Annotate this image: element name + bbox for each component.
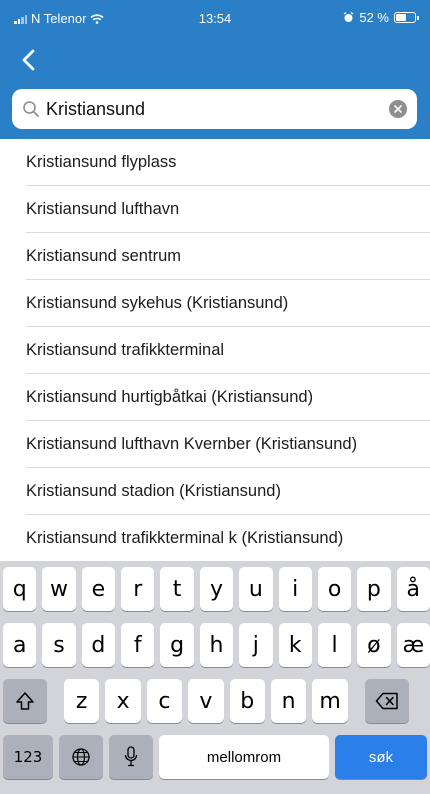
search-bar[interactable] — [12, 89, 417, 129]
status-right: 52 % — [343, 10, 419, 25]
key-a[interactable]: a — [3, 623, 37, 667]
key-h[interactable]: h — [199, 623, 234, 667]
result-item[interactable]: Kristiansund lufthavn — [0, 186, 430, 233]
key-t[interactable]: t — [160, 567, 194, 611]
key-c[interactable]: c — [146, 679, 183, 723]
alarm-icon — [343, 12, 354, 22]
result-item[interactable]: Kristiansund flyplass — [0, 139, 430, 186]
key-oslash[interactable]: ø — [357, 623, 391, 667]
battery-icon — [394, 12, 419, 23]
clear-search-button[interactable] — [389, 100, 407, 118]
key-q[interactable]: q — [3, 567, 37, 611]
key-g[interactable]: g — [160, 623, 194, 667]
wifi-icon — [90, 13, 104, 24]
key-x[interactable]: x — [105, 679, 141, 723]
search-results-list: Kristiansund flyplass Kristiansund lufth… — [0, 139, 430, 561]
carrier-label: N Telenor — [31, 11, 87, 26]
key-w[interactable]: w — [42, 567, 76, 611]
result-item[interactable]: Kristiansund trafikkterminal k (Kristian… — [0, 515, 430, 561]
status-bar: N Telenor 13:54 52 % — [0, 0, 430, 36]
backspace-icon — [375, 692, 398, 710]
battery-percent: 52 % — [359, 10, 389, 25]
result-item[interactable]: Kristiansund stadion (Kristiansund) — [0, 468, 430, 515]
back-button[interactable] — [10, 42, 46, 78]
key-v[interactable]: v — [188, 679, 224, 723]
microphone-icon — [124, 746, 138, 767]
key-f[interactable]: f — [121, 623, 155, 667]
space-key[interactable]: mellomrom — [159, 735, 329, 779]
backspace-key[interactable] — [364, 679, 409, 723]
key-j[interactable]: j — [239, 623, 273, 667]
key-r[interactable]: r — [121, 567, 155, 611]
result-item[interactable]: Kristiansund trafikkterminal — [0, 327, 430, 374]
key-b[interactable]: b — [229, 679, 265, 723]
numbers-key[interactable]: 123 — [3, 735, 53, 779]
key-y[interactable]: y — [199, 567, 234, 611]
status-left: N Telenor — [14, 11, 104, 26]
search-icon — [23, 101, 39, 117]
key-z[interactable]: z — [64, 679, 100, 723]
key-n[interactable]: n — [270, 679, 307, 723]
on-screen-keyboard: q w e r t y u i o p å a s d f g h j k l … — [0, 561, 430, 794]
key-i[interactable]: i — [278, 567, 312, 611]
key-l[interactable]: l — [317, 623, 352, 667]
keyboard-row-4: 123 mellomrom søk — [0, 735, 430, 779]
clear-icon — [394, 105, 402, 113]
key-s[interactable]: s — [42, 623, 76, 667]
key-ae[interactable]: æ — [396, 623, 430, 667]
key-e[interactable]: e — [81, 567, 116, 611]
search-input[interactable] — [46, 94, 389, 124]
result-item[interactable]: Kristiansund hurtigbåtkai (Kristiansund) — [0, 374, 430, 421]
globe-icon — [72, 748, 90, 766]
key-aring[interactable]: å — [396, 567, 430, 611]
keyboard-row-2: a s d f g h j k l ø æ — [0, 623, 430, 667]
search-key[interactable]: søk — [335, 735, 427, 779]
key-k[interactable]: k — [278, 623, 312, 667]
globe-key[interactable] — [59, 735, 103, 779]
shift-key[interactable] — [3, 679, 47, 723]
result-item[interactable]: Kristiansund lufthavn Kvernber (Kristian… — [0, 421, 430, 468]
key-p[interactable]: p — [357, 567, 391, 611]
microphone-key[interactable] — [109, 735, 153, 779]
key-d[interactable]: d — [81, 623, 116, 667]
key-u[interactable]: u — [239, 567, 273, 611]
battery-fill — [396, 14, 407, 21]
signal-icon — [14, 14, 27, 24]
key-m[interactable]: m — [312, 679, 348, 723]
keyboard-row-1: q w e r t y u i o p å — [0, 567, 430, 611]
app-header: N Telenor 13:54 52 % — [0, 0, 430, 139]
shift-icon — [16, 692, 34, 710]
chevron-left-icon — [22, 49, 35, 71]
result-item[interactable]: Kristiansund sykehus (Kristiansund) — [0, 280, 430, 327]
result-item[interactable]: Kristiansund sentrum — [0, 233, 430, 280]
keyboard-row-3: z x c v b n m — [0, 679, 430, 723]
key-o[interactable]: o — [317, 567, 352, 611]
